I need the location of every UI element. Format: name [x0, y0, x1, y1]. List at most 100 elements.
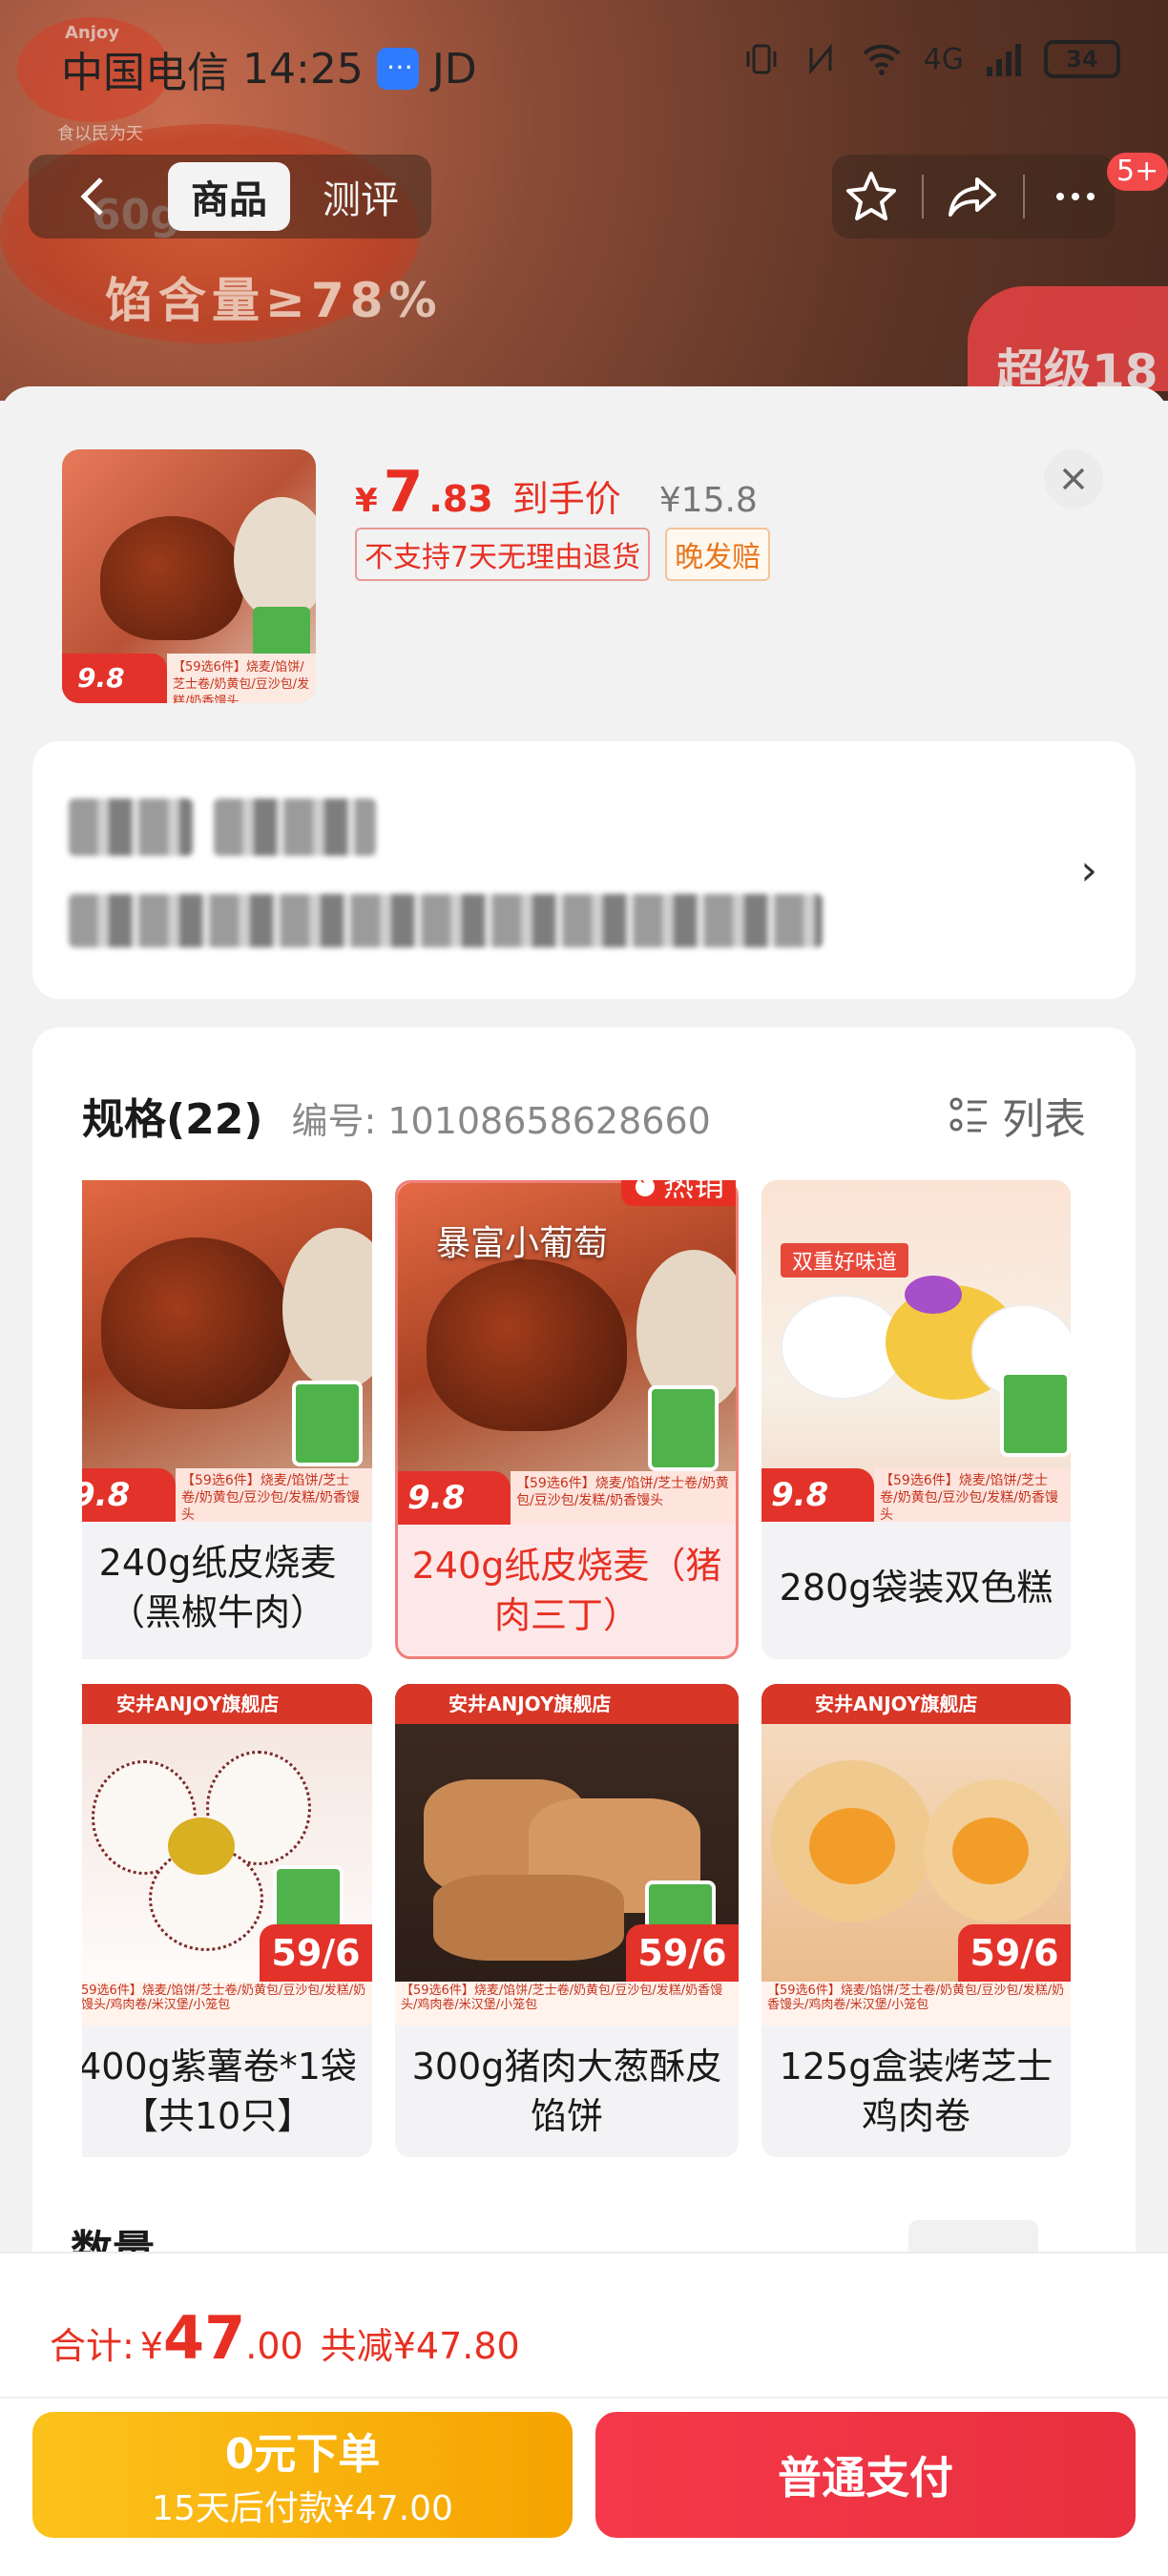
- spec-option-cheese-chicken-roll[interactable]: 安井ANJOY旗舰店 59/6件 【59选6件】烧麦/馅饼/芝士卷/奶黄包/豆沙…: [761, 1684, 1071, 2157]
- vibrate-icon: [746, 44, 777, 74]
- spec-header: 规格(22) 编号: 10108658628660: [82, 1085, 711, 1146]
- price-integer: 7: [383, 459, 424, 526]
- spec-option-price: 9.8: [761, 1468, 874, 1522]
- package-graphic: [292, 1381, 363, 1466]
- spec-option-label: 400g紫薯卷*1袋【共10只】: [82, 2046, 357, 2137]
- product-summary: 9.8 【59选6件】烧麦/馅饼/芝士卷/奶黄包/豆沙包/发糕/奶香馒头 ¥ 7…: [0, 386, 1168, 730]
- price-decimal: .83: [428, 478, 493, 520]
- filling-graphic: [809, 1808, 895, 1884]
- spec-option-two-color-cake[interactable]: 双重好味道 9.8 【59选6件】烧麦/馅饼/芝士卷/奶黄包/豆沙包/发糕/奶香…: [761, 1180, 1071, 1659]
- wifi-icon: [863, 44, 901, 75]
- thumbnail-price: 9.8: [62, 654, 167, 703]
- more-icon[interactable]: [1047, 168, 1104, 225]
- address-detail-blurred: [69, 894, 823, 947]
- nav-separator: [921, 175, 924, 218]
- spec-option-image: 双重好味道 9.8 【59选6件】烧麦/馅饼/芝士卷/奶黄包/豆沙包/发糕/奶香…: [761, 1180, 1071, 1522]
- total-decimal: .00: [245, 2325, 303, 2367]
- back-button[interactable]: [29, 155, 158, 239]
- overlay-nickname: 暴富小葡萄: [436, 1224, 609, 1263]
- signal-icon: [987, 44, 1021, 76]
- total-discount: 共减¥47.80: [320, 2325, 520, 2367]
- spec-selection-sheet: 9.8 【59选6件】烧麦/馅饼/芝士卷/奶黄包/豆沙包/发糕/奶香馒头 ¥ 7…: [0, 386, 1168, 2576]
- spec-option-price: 9.8: [82, 1468, 176, 1522]
- total-integer: 47: [163, 2303, 246, 2373]
- share-icon[interactable]: [945, 168, 1002, 225]
- package-graphic: [648, 1385, 719, 1471]
- close-icon: [1062, 467, 1085, 490]
- store-name-strip: 安井ANJOY旗舰店: [395, 1684, 739, 1724]
- spec-option-label: 280g袋装双色糕: [779, 1567, 1053, 1609]
- status-bar: 中国电信 14:25 JD 4G 34: [0, 0, 1168, 134]
- zero-order-title: 0元下单: [224, 2430, 381, 2479]
- nav-separator: [1023, 175, 1026, 218]
- close-button[interactable]: [1044, 449, 1103, 509]
- nfc-icon: [809, 43, 832, 75]
- address-phone-blurred: [214, 799, 376, 856]
- hero-filling-text: 馅含量≥78%: [105, 273, 443, 328]
- flower-graphic: [168, 1818, 235, 1875]
- total-label: 合计:: [50, 2325, 135, 2367]
- nav-tabs: 商品 测评: [158, 155, 431, 239]
- spec-grid-viewport: 9.8 【59选6件】烧麦/馅饼/芝士卷/奶黄包/豆沙包/发糕/奶香馒头 240…: [82, 1180, 1118, 2172]
- total-currency: ¥: [139, 2325, 163, 2367]
- no-return-tag: 不支持7天无理由退货: [355, 528, 651, 581]
- spec-option-price: 9.8: [398, 1471, 511, 1525]
- back-arrow-icon: [80, 177, 103, 216]
- status-right: 4G 34: [742, 40, 1120, 78]
- spec-option-banner: 双重好味道: [781, 1243, 909, 1278]
- spec-option-black-pepper-beef[interactable]: 9.8 【59选6件】烧麦/馅饼/芝士卷/奶黄包/豆沙包/发糕/奶香馒头 240…: [82, 1180, 372, 1659]
- zero-order-subtitle: 15天后付款¥47.00: [152, 2489, 453, 2528]
- favorite-star-icon[interactable]: [843, 168, 900, 225]
- spec-option-image: 9.8 【59选6件】烧麦/馅饼/芝士卷/奶黄包/豆沙包/发糕/奶香馒头: [82, 1180, 372, 1522]
- hero-super-badge: 超级18: [968, 286, 1168, 400]
- address-card[interactable]: ›: [32, 741, 1136, 999]
- spec-option-image: 暴富小葡萄 9.8 【59选6件】烧麦/馅饼/芝士卷/奶黄包/豆沙包/发糕/奶香…: [398, 1183, 736, 1525]
- battery-indicator: 34: [1044, 40, 1120, 78]
- list-view-toggle[interactable]: 列表: [949, 1085, 1086, 1146]
- product-thumbnail[interactable]: 9.8 【59选6件】烧麦/馅饼/芝士卷/奶黄包/豆沙包/发糕/奶香馒头: [62, 449, 316, 703]
- spec-option-promo: 【59选6件】烧麦/馅饼/芝士卷/奶黄包/豆沙包/发糕/奶香馒头/鸡肉卷/米汉堡…: [82, 1982, 372, 2025]
- nav-actions: [832, 155, 1115, 239]
- price-currency: ¥: [355, 482, 378, 520]
- zero-yuan-order-button[interactable]: 0元下单 15天后付款¥47.00: [32, 2412, 573, 2538]
- spec-option-pork-scallion-pie[interactable]: 安井ANJOY旗舰店 59/6件 【59选6件】烧麦/馅饼/芝士卷/奶黄包/豆沙…: [395, 1684, 739, 2157]
- dumpling-graphic: [427, 1259, 627, 1431]
- list-view-label: 列表: [1002, 1095, 1086, 1144]
- late-compensation-tag[interactable]: 晚发赔: [665, 528, 771, 581]
- filling-graphic: [952, 1818, 1029, 1884]
- spec-option-promo: 【59选6件】烧麦/馅饼/芝士卷/奶黄包/豆沙包/发糕/奶香馒头/鸡肉卷/米汉堡…: [761, 1982, 1071, 2025]
- list-icon: [949, 1097, 987, 1132]
- tab-review[interactable]: 测评: [300, 162, 422, 231]
- message-app-icon: [376, 44, 419, 90]
- spec-option-price: 59/6件: [260, 1924, 372, 2025]
- flower-graphic: [905, 1276, 962, 1314]
- tab-product[interactable]: 商品: [168, 162, 290, 231]
- spec-option-promo: 【59选6件】烧麦/馅饼/芝士卷/奶黄包/豆沙包/发糕/奶香馒头/鸡肉卷/米汉堡…: [395, 1982, 739, 2025]
- thumbnail-promo: 【59选6件】烧麦/馅饼/芝士卷/奶黄包/豆沙包/发糕/奶香馒头: [167, 654, 316, 703]
- status-app-label: JD: [431, 44, 477, 93]
- service-tags: 不支持7天无理由退货 晚发赔: [355, 528, 771, 581]
- store-name-strip: 安井ANJOY旗舰店: [82, 1684, 372, 1724]
- spec-option-promo: 【59选6件】烧麦/馅饼/芝士卷/奶黄包/豆沙包/发糕/奶香馒头: [511, 1471, 736, 1525]
- checkout-bar: 合计: ¥ 47 .00 共减¥47.80 0元下单 15天后付款¥47.00 …: [0, 2252, 1168, 2576]
- address-name-blurred: [69, 799, 193, 856]
- spec-option-purple-potato-roll[interactable]: 安井ANJOY旗舰店 59/6件 【59选6件】烧麦/馅饼/芝士卷/奶黄包/豆沙…: [82, 1684, 372, 2157]
- network-type: 4G: [923, 42, 964, 76]
- spec-option-promo: 【59选6件】烧麦/馅饼/芝士卷/奶黄包/豆沙包/发糕/奶香馒头: [176, 1468, 372, 1522]
- message-count-badge: 5+: [1107, 153, 1168, 191]
- thumbnail-dumpling: [100, 516, 243, 640]
- spec-option-promo: 【59选6件】烧麦/馅饼/芝士卷/奶黄包/豆沙包/发糕/奶香馒头: [874, 1468, 1071, 1522]
- spec-option-pork-three-diced[interactable]: 热销 暴富小葡萄 9.8 【59选6件】烧麦/馅饼/芝士卷/奶黄包/豆沙包/发糕…: [395, 1180, 739, 1659]
- store-name-strip: 安井ANJOY旗舰店: [761, 1684, 1071, 1724]
- spec-option-label: 300g猪肉大葱酥皮馅饼: [411, 2046, 722, 2137]
- thumbnail-dumpling-2: [234, 497, 316, 621]
- normal-pay-button[interactable]: 普通支付: [595, 2412, 1136, 2538]
- spec-option-image: 安井ANJOY旗舰店 59/6件 【59选6件】烧麦/馅饼/芝士卷/奶黄包/豆沙…: [82, 1684, 372, 2025]
- spec-option-price: 59/6件: [958, 1924, 1071, 2025]
- original-price: ¥15.8: [658, 481, 758, 520]
- package-graphic: [1000, 1371, 1071, 1457]
- final-price: ¥ 7 .83 到手价 ¥15.8: [355, 459, 758, 526]
- status-time: 14:25: [242, 44, 364, 93]
- spec-option-label: 240g纸皮烧麦（猪肉三丁）: [411, 1545, 722, 1636]
- dumpling-wrapper-graphic: [282, 1228, 372, 1390]
